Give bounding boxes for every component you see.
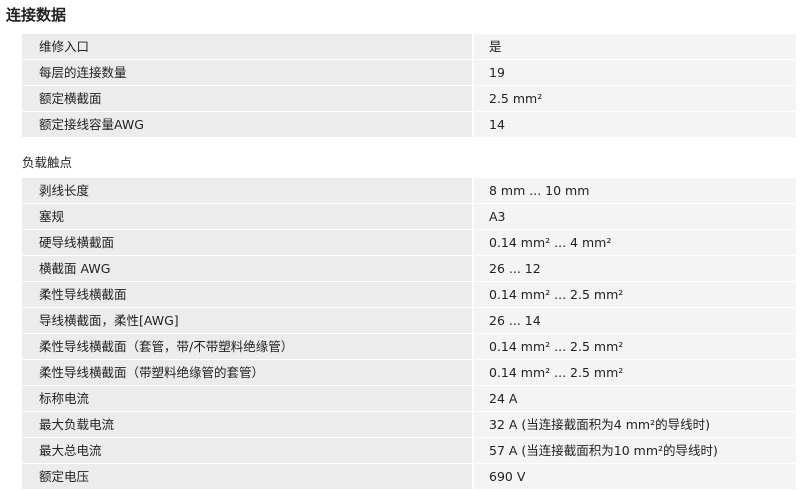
row-label: 额定接线容量AWG	[22, 112, 474, 137]
row-value: 26 ... 14	[474, 308, 796, 333]
table-row: 硬导线横截面 0.14 mm² ... 4 mm²	[22, 230, 796, 256]
row-label: 塞规	[22, 204, 474, 229]
row-value: 2.5 mm²	[474, 86, 796, 111]
row-value: 0.14 mm² ... 4 mm²	[474, 230, 796, 255]
row-value: 0.14 mm² ... 2.5 mm²	[474, 360, 796, 385]
row-value: 是	[474, 34, 796, 59]
row-value: 690 V	[474, 464, 796, 489]
page-title: 连接数据	[6, 6, 67, 24]
row-value: 0.14 mm² ... 2.5 mm²	[474, 282, 796, 307]
row-label: 剥线长度	[22, 178, 474, 203]
table-row: 导线横截面，柔性[AWG] 26 ... 14	[22, 308, 796, 334]
row-value: 14	[474, 112, 796, 137]
row-value: 0.14 mm² ... 2.5 mm²	[474, 334, 796, 359]
row-value: 24 A	[474, 386, 796, 411]
row-label: 每层的连接数量	[22, 60, 474, 85]
row-label: 最大负载电流	[22, 412, 474, 437]
row-value: 19	[474, 60, 796, 85]
row-value: 57 A (当连接截面积为10 mm²的导线时)	[474, 438, 796, 463]
table-row: 塞规 A3	[22, 204, 796, 230]
table-row: 最大负载电流 32 A (当连接截面积为4 mm²的导线时)	[22, 412, 796, 438]
table-row: 最大总电流 57 A (当连接截面积为10 mm²的导线时)	[22, 438, 796, 464]
table-row: 横截面 AWG 26 ... 12	[22, 256, 796, 282]
row-label: 柔性导线横截面（带塑料绝缘管的套管）	[22, 360, 474, 385]
row-value: A3	[474, 204, 796, 229]
row-value: 8 mm ... 10 mm	[474, 178, 796, 203]
row-label: 硬导线横截面	[22, 230, 474, 255]
row-label: 导线横截面，柔性[AWG]	[22, 308, 474, 333]
table-row: 额定电压 690 V	[22, 464, 796, 490]
row-label: 标称电流	[22, 386, 474, 411]
table-row: 柔性导线横截面（套管，带/不带塑料绝缘管） 0.14 mm² ... 2.5 mm…	[22, 334, 796, 360]
load-contacts-table: 剥线长度 8 mm ... 10 mm 塞规 A3 硬导线横截面 0.14 mm² ...…	[22, 178, 796, 490]
row-label: 额定电压	[22, 464, 474, 489]
table-row: 额定接线容量AWG 14	[22, 112, 796, 138]
table-row: 维修入口是	[22, 34, 796, 60]
table-row: 柔性导线横截面（带塑料绝缘管的套管） 0.14 mm² ... 2.5 mm²	[22, 360, 796, 386]
row-label: 柔性导线横截面（套管，带/不带塑料绝缘管）	[22, 334, 474, 359]
row-label: 横截面 AWG	[22, 256, 474, 281]
row-label: 最大总电流	[22, 438, 474, 463]
table-row: 柔性导线横截面 0.14 mm² ... 2.5 mm²	[22, 282, 796, 308]
table-row: 标称电流 24 A	[22, 386, 796, 412]
table-row: 剥线长度 8 mm ... 10 mm	[22, 178, 796, 204]
row-label: 维修入口	[22, 34, 474, 59]
row-value: 26 ... 12	[474, 256, 796, 281]
row-value: 32 A (当连接截面积为4 mm²的导线时)	[474, 412, 796, 437]
connection-data-table: 维修入口是每层的连接数量 19 额定横截面 2.5 mm² 额定接线容量AWG 14	[22, 34, 796, 138]
row-label: 额定横截面	[22, 86, 474, 111]
table-row: 额定横截面 2.5 mm²	[22, 86, 796, 112]
table-row: 每层的连接数量 19	[22, 60, 796, 86]
row-label: 柔性导线横截面	[22, 282, 474, 307]
load-contacts-heading: 负载触点	[22, 155, 73, 170]
